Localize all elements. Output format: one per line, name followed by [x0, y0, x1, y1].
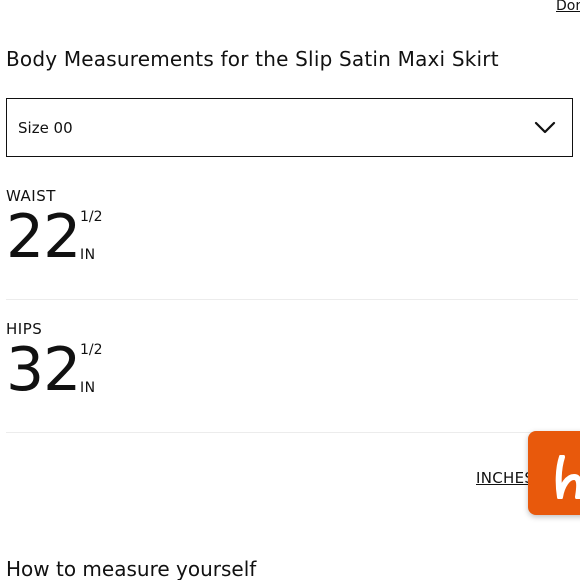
chevron-down-icon: [534, 121, 556, 135]
hips-measurement: HIPS 32 1/2 IN: [6, 320, 578, 400]
units-toggle-link[interactable]: INCHES: [476, 469, 534, 487]
measurement-label: HIPS: [6, 320, 43, 338]
page-title: Body Measurements for the Slip Satin Max…: [6, 47, 499, 71]
size-select-value: Size 00: [18, 118, 73, 137]
waist-measurement: WAIST 22 1/2 IN: [6, 187, 578, 267]
divider: [6, 432, 578, 433]
done-link[interactable]: Don: [556, 0, 580, 14]
size-select[interactable]: Size 00: [6, 98, 573, 157]
measurement-fraction: 1/2: [80, 209, 103, 225]
measurement-fraction: 1/2: [80, 342, 103, 358]
honey-widget-button[interactable]: [528, 431, 580, 515]
measurement-value: 22: [6, 202, 81, 272]
divider: [6, 299, 578, 300]
measurement-unit: IN: [80, 247, 96, 263]
measurement-value: 32: [6, 335, 81, 405]
size-guide-page: Don Body Measurements for the Slip Satin…: [0, 0, 580, 580]
honey-h-logo-icon: [555, 455, 580, 499]
measurement-label: WAIST: [6, 187, 56, 205]
measurement-unit: IN: [80, 380, 96, 396]
how-to-measure-heading: How to measure yourself: [6, 557, 257, 580]
